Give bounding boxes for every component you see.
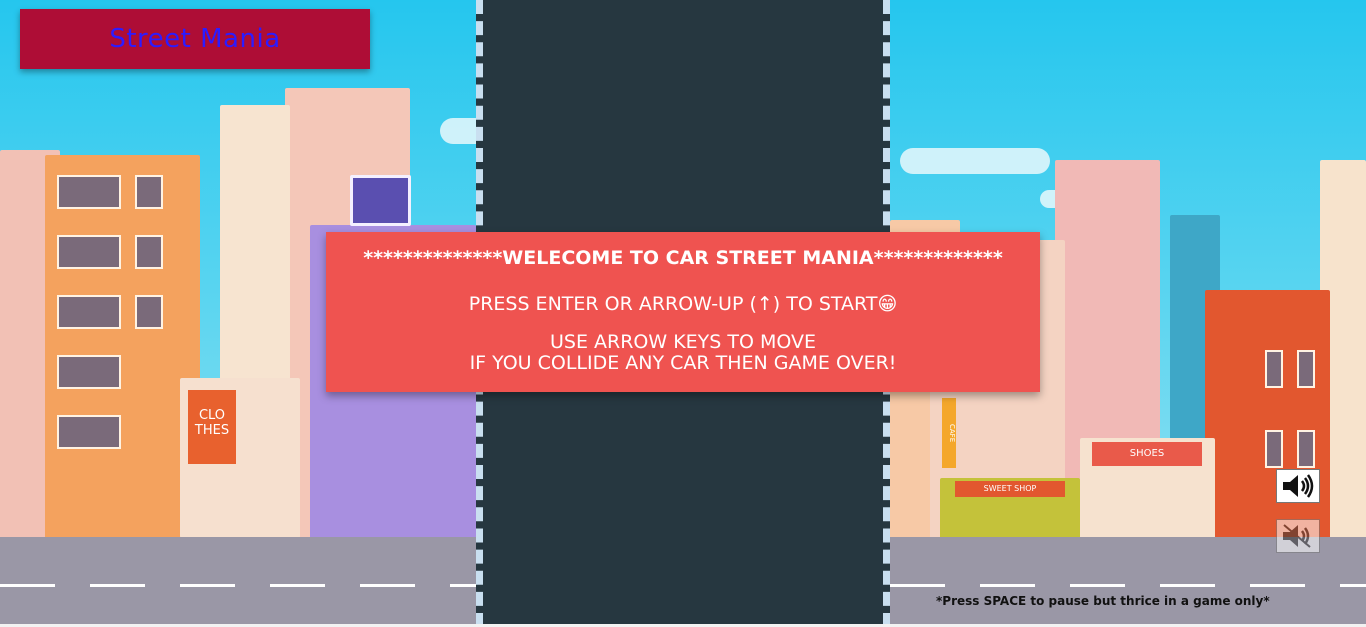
move-instruction: USE ARROW KEYS TO MOVE xyxy=(550,331,816,353)
gameover-instruction: IF YOU COLLIDE ANY CAR THEN GAME OVER! xyxy=(469,352,897,374)
pause-note: *Press SPACE to pause but thrice in a ga… xyxy=(936,594,1270,608)
sound-off-button[interactable] xyxy=(1276,519,1320,553)
building: SHOES xyxy=(1080,438,1215,543)
start-instruction: PRESS ENTER OR ARROW-UP (↑) TO START😁 xyxy=(468,293,898,315)
billboard xyxy=(350,175,411,226)
cafe-sign: CAFE xyxy=(942,398,956,468)
shoes-sign: SHOES xyxy=(1092,442,1202,466)
speaker-muted-icon xyxy=(1283,524,1311,548)
cloud xyxy=(440,118,476,144)
cloud xyxy=(900,148,1050,174)
building xyxy=(45,155,200,545)
sound-on-button[interactable] xyxy=(1276,469,1320,503)
welcome-title: **************WELECOME TO CAR STREET MAN… xyxy=(363,247,1003,269)
sweet-shop-sign: SWEET SHOP xyxy=(955,481,1065,497)
speaker-on-icon xyxy=(1283,474,1314,498)
building: CLO THES xyxy=(180,378,300,538)
welcome-dialog: **************WELECOME TO CAR STREET MAN… xyxy=(326,232,1040,392)
game-title-box: Street Mania xyxy=(20,9,370,69)
clothes-sign: CLO THES xyxy=(188,390,236,464)
building: SWEET SHOP xyxy=(940,478,1080,543)
game-title: Street Mania xyxy=(109,24,281,54)
